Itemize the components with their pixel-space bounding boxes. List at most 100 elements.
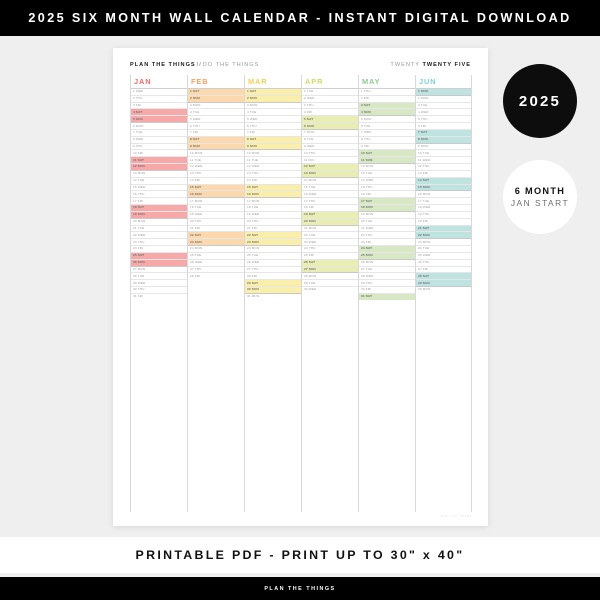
day-row[interactable]: 21 FRI xyxy=(245,224,301,232)
day-row[interactable]: 15 SAT xyxy=(188,183,244,191)
day-row[interactable]: 28 MON xyxy=(302,272,358,279)
day-row[interactable]: 16 SUN xyxy=(188,190,244,197)
day-row[interactable]: 3 THU xyxy=(302,101,358,109)
day-row[interactable]: 23 MON xyxy=(416,238,471,245)
day-row[interactable]: 26 WED xyxy=(188,258,244,266)
day-row[interactable]: 5 SUN xyxy=(131,115,187,122)
day-row[interactable]: 6 FRI xyxy=(416,122,471,129)
day-row[interactable]: 17 SAT xyxy=(359,197,415,204)
day-row[interactable]: 2 WED xyxy=(302,94,358,102)
day-row[interactable]: 1 SUN xyxy=(416,88,471,95)
day-row[interactable]: 3 MON xyxy=(188,101,244,109)
day-row[interactable]: 17 THU xyxy=(302,197,358,204)
day-row[interactable]: 10 THU xyxy=(302,149,358,156)
day-row[interactable]: 23 SUN xyxy=(245,238,301,245)
day-row[interactable]: 3 SAT xyxy=(359,101,415,109)
day-row[interactable]: 9 FRI xyxy=(359,142,415,150)
day-row[interactable]: 18 TUE xyxy=(245,204,301,211)
day-row[interactable]: 6 MON xyxy=(131,122,187,129)
day-row[interactable]: 13 THU xyxy=(188,169,244,177)
day-row[interactable]: 8 THU xyxy=(359,135,415,143)
day-row[interactable]: 25 FRI xyxy=(302,251,358,259)
day-row[interactable]: 27 THU xyxy=(245,265,301,273)
day-row[interactable]: 19 WED xyxy=(245,210,301,218)
day-row[interactable]: 15 TUE xyxy=(302,183,358,191)
day-row[interactable]: 1 SAT xyxy=(245,88,301,95)
day-row[interactable]: 30 THU xyxy=(131,286,187,293)
day-row[interactable]: 26 THU xyxy=(416,258,471,266)
day-row[interactable]: 2 MON xyxy=(416,94,471,102)
day-row[interactable]: 30 MON xyxy=(416,286,471,293)
day-row[interactable]: 5 SAT xyxy=(302,115,358,122)
day-row[interactable]: 4 FRI xyxy=(302,108,358,115)
day-row[interactable]: 29 SAT xyxy=(245,279,301,286)
day-row[interactable]: 8 TUE xyxy=(302,135,358,143)
day-row[interactable]: 3 FRI xyxy=(131,101,187,109)
day-row[interactable]: 15 SAT xyxy=(245,183,301,191)
day-row[interactable]: 4 SAT xyxy=(131,108,187,115)
day-row[interactable]: 7 WED xyxy=(359,128,415,136)
day-row[interactable]: 14 FRI xyxy=(245,176,301,184)
day-row[interactable]: 10 FRI xyxy=(131,149,187,156)
day-row[interactable]: 27 TUE xyxy=(359,265,415,273)
day-row[interactable]: 7 MON xyxy=(302,128,358,136)
day-row[interactable]: 1 SAT xyxy=(188,88,244,95)
day-row[interactable]: 24 FRI xyxy=(131,245,187,252)
day-row[interactable]: 30 FRI xyxy=(359,286,415,293)
day-row[interactable]: 16 FRI xyxy=(359,190,415,197)
day-row[interactable]: 25 TUE xyxy=(188,251,244,259)
day-row[interactable]: 2 FRI xyxy=(359,94,415,102)
day-row[interactable]: 18 SAT xyxy=(131,204,187,211)
day-row[interactable]: 14 WED xyxy=(359,176,415,184)
day-row[interactable]: 10 MON xyxy=(245,149,301,156)
day-row[interactable]: 20 SUN xyxy=(302,217,358,225)
day-row[interactable]: 16 WED xyxy=(302,190,358,197)
day-row[interactable]: 27 FRI xyxy=(416,265,471,273)
day-row[interactable]: 12 MON xyxy=(359,163,415,170)
day-row[interactable]: 19 SAT xyxy=(302,210,358,218)
day-row[interactable]: 4 TUE xyxy=(188,108,244,115)
day-row[interactable]: 6 THU xyxy=(245,122,301,129)
day-row[interactable]: 28 TUE xyxy=(131,272,187,279)
day-row[interactable]: 1 TUE xyxy=(302,88,358,95)
day-row[interactable]: 22 TUE xyxy=(302,231,358,238)
day-row[interactable]: 24 SAT xyxy=(359,245,415,252)
day-row[interactable]: 1 THU xyxy=(359,88,415,95)
day-row[interactable]: 7 TUE xyxy=(131,128,187,136)
day-row[interactable]: 9 SUN xyxy=(188,142,244,150)
day-row[interactable]: 6 THU xyxy=(188,122,244,129)
day-row[interactable]: 23 WED xyxy=(302,238,358,245)
day-row[interactable]: 5 WED xyxy=(188,115,244,122)
day-row[interactable]: 24 THU xyxy=(302,245,358,252)
day-row[interactable]: 16 SUN xyxy=(245,190,301,197)
day-row[interactable]: 26 WED xyxy=(245,258,301,266)
day-row[interactable]: 19 SUN xyxy=(131,210,187,218)
day-row[interactable]: 26 SAT xyxy=(302,258,358,266)
day-row[interactable]: 22 THU xyxy=(359,231,415,238)
day-row[interactable]: 12 SAT xyxy=(302,163,358,170)
day-row[interactable]: 10 TUE xyxy=(416,149,471,156)
day-row[interactable]: 4 SUN xyxy=(359,108,415,115)
day-row[interactable]: 2 SUN xyxy=(245,94,301,102)
day-row[interactable]: 13 THU xyxy=(245,169,301,177)
day-row[interactable]: 6 SUN xyxy=(302,122,358,129)
day-row[interactable]: 10 MON xyxy=(188,149,244,156)
day-row[interactable]: 15 THU xyxy=(359,183,415,191)
day-row[interactable]: 8 SAT xyxy=(188,135,244,143)
day-row[interactable]: 17 TUE xyxy=(416,197,471,204)
day-row[interactable]: 30 WED xyxy=(302,286,358,293)
day-row[interactable]: 18 TUE xyxy=(188,204,244,211)
day-row[interactable]: 3 MON xyxy=(245,101,301,109)
day-row[interactable]: 13 SUN xyxy=(302,169,358,177)
day-row[interactable]: 11 TUE xyxy=(188,156,244,163)
day-row[interactable]: 15 WED xyxy=(131,183,187,191)
day-row[interactable]: 28 FRI xyxy=(245,272,301,279)
day-row[interactable]: 27 SUN xyxy=(302,265,358,273)
day-row[interactable]: 19 THU xyxy=(416,210,471,218)
day-row[interactable]: 31 MON xyxy=(245,292,301,300)
day-row[interactable]: 13 MON xyxy=(131,169,187,177)
day-row[interactable]: 28 FRI xyxy=(188,272,244,279)
day-row[interactable]: 11 FRI xyxy=(302,156,358,163)
day-row[interactable]: 20 FRI xyxy=(416,217,471,225)
day-row[interactable]: 1 WED xyxy=(131,88,187,95)
